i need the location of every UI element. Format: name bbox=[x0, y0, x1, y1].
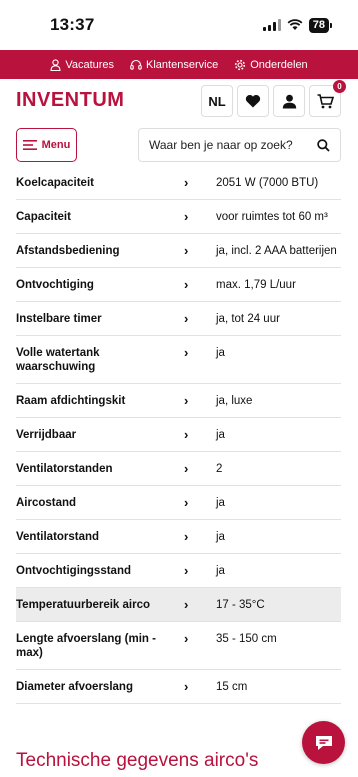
onderdelen-link[interactable]: Onderdelen bbox=[234, 59, 308, 71]
specs-table: Koelcapaciteit › 2051 W (7000 BTU) Capacite… bbox=[16, 166, 341, 704]
chevron-right-icon: › bbox=[184, 243, 189, 258]
spec-row: Instelbare timer › ja, tot 24 uur bbox=[16, 302, 341, 336]
chevron-right-icon: › bbox=[184, 631, 189, 646]
spec-row: Raam afdichtingskit › ja, luxe bbox=[16, 384, 341, 418]
search-icon[interactable] bbox=[317, 138, 330, 152]
spec-value: 2051 W (7000 BTU) bbox=[216, 177, 319, 189]
logo[interactable]: INVENTUM bbox=[16, 89, 124, 112]
spec-value: ja bbox=[216, 429, 225, 441]
vacatures-label: Vacatures bbox=[65, 58, 115, 71]
onderdelen-label: Onderdelen bbox=[250, 58, 308, 71]
klantenservice-label: Klantenservice bbox=[146, 58, 219, 71]
search-box[interactable] bbox=[138, 128, 341, 162]
spec-row: Ontvochtigingsstand › ja bbox=[16, 554, 341, 588]
account-button[interactable] bbox=[273, 85, 305, 117]
chevron-right-icon: › bbox=[184, 175, 189, 190]
spec-label: Lengte afvoerslang (min - max) bbox=[16, 633, 156, 659]
spec-value: ja, luxe bbox=[216, 395, 253, 407]
hamburger-icon bbox=[22, 140, 37, 150]
spec-label: Instelbare timer bbox=[16, 313, 102, 325]
chevron-right-icon: › bbox=[184, 393, 189, 408]
spec-row: Capaciteit › voor ruimtes tot 60 m³ bbox=[16, 200, 341, 234]
site-header: INVENTUM NL 0 bbox=[0, 79, 358, 121]
chat-icon bbox=[315, 735, 332, 750]
spec-label: Diameter afvoerslang bbox=[16, 681, 133, 693]
headset-icon bbox=[130, 59, 142, 70]
chevron-right-icon: › bbox=[184, 495, 189, 510]
chevron-right-icon: › bbox=[184, 345, 189, 360]
spec-value: ja, tot 24 uur bbox=[216, 313, 280, 325]
chevron-right-icon: › bbox=[184, 597, 189, 612]
spec-label: Ventilatorstand bbox=[16, 531, 100, 543]
chevron-right-icon: › bbox=[184, 529, 189, 544]
user-icon bbox=[282, 94, 296, 108]
cart-icon bbox=[317, 93, 334, 108]
signal-icon bbox=[262, 19, 281, 31]
spec-label: Capaciteit bbox=[16, 211, 71, 223]
chevron-right-icon: › bbox=[184, 461, 189, 476]
chevron-right-icon: › bbox=[184, 427, 189, 442]
klantenservice-link[interactable]: Klantenservice bbox=[130, 59, 218, 71]
spec-row: Ventilatorstanden › 2 bbox=[16, 452, 341, 486]
gear-icon bbox=[235, 59, 246, 70]
chevron-right-icon: › bbox=[184, 563, 189, 578]
spec-row: Verrijdbaar › ja bbox=[16, 418, 341, 452]
search-input[interactable] bbox=[149, 138, 299, 152]
person-icon bbox=[50, 58, 61, 71]
spec-row: Koelcapaciteit › 2051 W (7000 BTU) bbox=[16, 166, 341, 200]
spec-row: Aircostand › ja bbox=[16, 486, 341, 520]
chevron-right-icon: › bbox=[184, 277, 189, 292]
spec-label: Volle watertank waarschuwing bbox=[16, 347, 100, 373]
spec-row: Ontvochtiging › max. 1,79 L/uur bbox=[16, 268, 341, 302]
spec-row: Diameter afvoerslang › 15 cm bbox=[16, 670, 341, 704]
status-icons: 78 bbox=[262, 17, 332, 33]
spec-value: 35 - 150 cm bbox=[216, 633, 277, 645]
spec-value: 17 - 35°C bbox=[216, 599, 265, 611]
spec-label: Ontvochtiging bbox=[16, 279, 94, 291]
chevron-right-icon: › bbox=[184, 679, 189, 694]
spec-label: Ontvochtigingsstand bbox=[16, 565, 131, 577]
menu-button[interactable]: Menu bbox=[16, 128, 77, 162]
header-actions: NL 0 bbox=[201, 80, 346, 117]
spec-value: ja, incl. 2 AAA batterijen bbox=[216, 245, 337, 257]
spec-label: Verrijdbaar bbox=[16, 429, 77, 441]
language-button[interactable]: NL bbox=[201, 85, 233, 117]
spec-value: ja bbox=[216, 347, 225, 359]
spec-value: ja bbox=[216, 531, 225, 543]
cart-count-badge: 0 bbox=[333, 80, 346, 93]
spec-label: Koelcapaciteit bbox=[16, 177, 94, 189]
spec-row: Ventilatorstand › ja bbox=[16, 520, 341, 554]
battery-level: 78 bbox=[308, 17, 329, 33]
vacatures-link[interactable]: Vacatures bbox=[50, 59, 114, 71]
chevron-right-icon: › bbox=[184, 209, 189, 224]
spec-row: Volle watertank waarschuwing › ja bbox=[16, 336, 341, 384]
spec-value: max. 1,79 L/uur bbox=[216, 279, 296, 291]
clock: 13:37 bbox=[50, 15, 95, 34]
spec-value: ja bbox=[216, 497, 225, 509]
top-links-bar: Vacatures Klantenservice Onderdelen bbox=[0, 50, 358, 79]
spec-row: Temperatuurbereik airco › 17 - 35°C bbox=[16, 588, 341, 622]
spec-label: Afstandsbediening bbox=[16, 245, 120, 257]
section-heading: Technische gegevens airco's bbox=[16, 750, 259, 771]
spec-row: Afstandsbediening › ja, incl. 2 AAA batter… bbox=[16, 234, 341, 268]
chat-button[interactable] bbox=[302, 721, 345, 764]
cart-button[interactable]: 0 bbox=[309, 80, 346, 117]
spec-value: ja bbox=[216, 565, 225, 577]
spec-value: 15 cm bbox=[216, 681, 248, 693]
nav-row: Menu bbox=[0, 121, 358, 169]
spec-value: 2 bbox=[216, 463, 223, 475]
battery-icon: 78 bbox=[308, 17, 332, 33]
heart-icon bbox=[245, 94, 261, 108]
wifi-icon bbox=[287, 19, 303, 30]
spec-row: Lengte afvoerslang (min - max) › 35 - 150 … bbox=[16, 622, 341, 670]
spec-label: Temperatuurbereik airco bbox=[16, 599, 151, 611]
status-bar: 13:37 78 bbox=[0, 0, 358, 50]
spec-label: Raam afdichtingskit bbox=[16, 395, 126, 407]
menu-label: Menu bbox=[41, 139, 71, 151]
spec-label: Aircostand bbox=[16, 497, 77, 509]
spec-label: Ventilatorstanden bbox=[16, 463, 113, 475]
chevron-right-icon: › bbox=[184, 311, 189, 326]
spec-value: voor ruimtes tot 60 m³ bbox=[216, 211, 328, 223]
wishlist-button[interactable] bbox=[237, 85, 269, 117]
